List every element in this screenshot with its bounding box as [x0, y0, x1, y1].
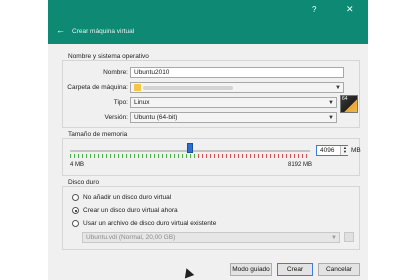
name-field[interactable]: Ubuntu2010 [130, 67, 344, 78]
name-os-section-title: Nombre y sistema operativo [68, 53, 149, 60]
cancel-button[interactable]: Cancelar [318, 263, 360, 276]
dialog-title: Crear máquina virtual [72, 28, 135, 35]
disk-section-title: Disco duro [68, 179, 100, 186]
existing-disk-value: Ubuntu.vdi (Normal, 20,00 GB) [86, 234, 176, 241]
folder-icon [134, 84, 141, 91]
title-bar: ? ✕ [48, 0, 368, 20]
type-label: Tipo: [113, 99, 128, 106]
wizard-header: ← Crear máquina virtual [48, 20, 368, 44]
radio-create-disk-label[interactable]: Crear un disco duro virtual ahora [83, 207, 178, 214]
ubuntu-os-icon: 64 [340, 95, 358, 113]
folder-select[interactable]: ▼ [130, 82, 344, 93]
name-label: Nombre: [103, 69, 128, 76]
radio-existing-disk-label[interactable]: Usar un archivo de disco duro virtual ex… [83, 220, 216, 227]
radio-no-disk[interactable] [72, 194, 79, 201]
memory-slider-safe-ticks [70, 154, 198, 158]
close-button[interactable]: ✕ [346, 4, 354, 15]
radio-create-disk[interactable] [72, 207, 79, 214]
existing-disk-select: Ubuntu.vdi (Normal, 20,00 GB) ▼ [82, 232, 340, 243]
memory-unit: MB [351, 147, 361, 154]
version-select[interactable]: Ubuntu (64-bit) ▼ [130, 112, 337, 123]
radio-existing-disk[interactable] [72, 220, 79, 227]
folder-label: Carpeta de máquina: [67, 84, 128, 91]
os-icon-badge: 64 [342, 96, 348, 102]
memory-slider-warning-ticks [198, 154, 310, 158]
chevron-down-icon: ▼ [328, 115, 334, 121]
chevron-down-icon: ▼ [328, 100, 334, 106]
memory-section-title: Tamaño de memoria [68, 131, 128, 138]
memory-min-label: 4 MB [70, 162, 85, 168]
memory-value: 4096 [320, 147, 335, 154]
chevron-down-icon: ▼ [331, 235, 337, 241]
type-value: Linux [134, 99, 150, 106]
memory-max-label: 8192 MB [288, 162, 313, 168]
back-arrow-icon[interactable]: ← [56, 25, 65, 35]
folder-path-redacted [143, 86, 233, 90]
memory-spin-buttons[interactable]: ▲ ▼ [340, 146, 349, 155]
version-value: Ubuntu (64-bit) [134, 114, 178, 121]
browse-disk-icon [344, 232, 354, 242]
guided-mode-button[interactable]: Modo guiado [230, 263, 272, 276]
create-button[interactable]: Crear [277, 263, 313, 276]
radio-no-disk-label[interactable]: No añadir un disco duro virtual [83, 194, 171, 201]
type-select[interactable]: Linux ▼ [130, 97, 337, 108]
memory-slider-thumb[interactable] [187, 143, 193, 153]
version-label: Versión: [104, 114, 129, 121]
chevron-down-icon: ▼ [335, 85, 341, 91]
help-button[interactable]: ? [312, 5, 316, 14]
